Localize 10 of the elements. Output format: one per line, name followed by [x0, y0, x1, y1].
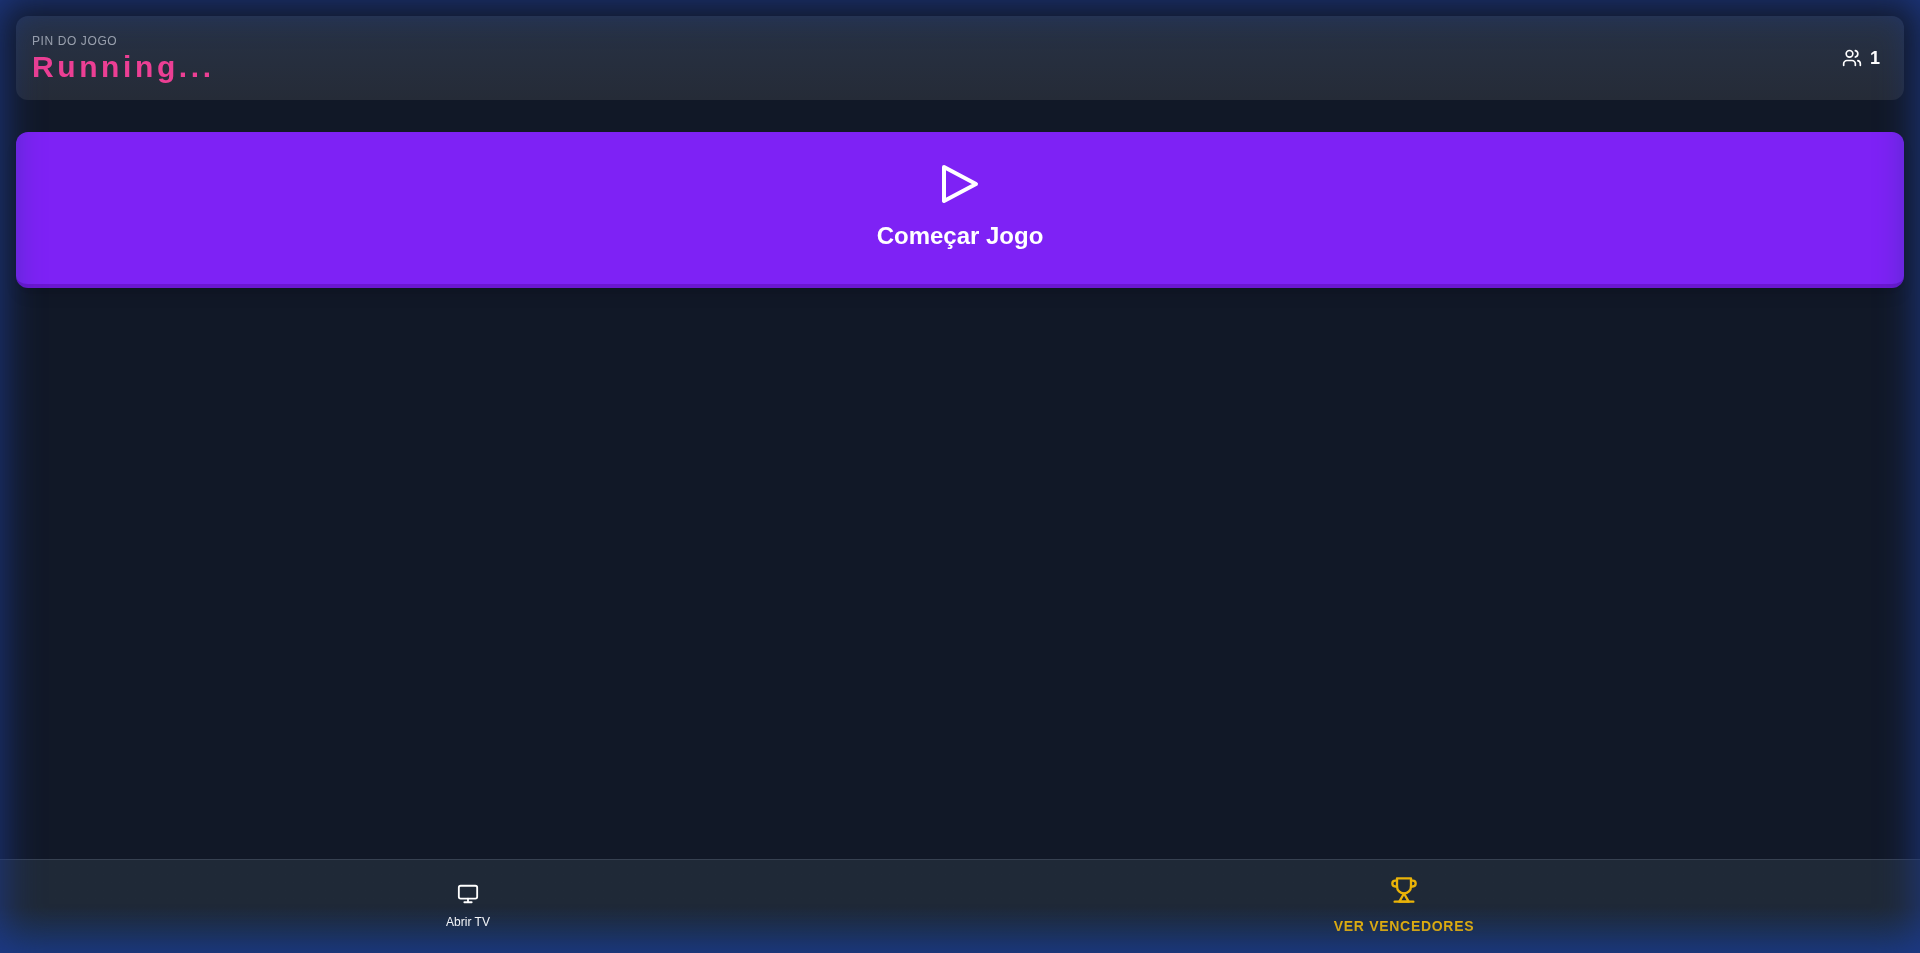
start-game-button[interactable]: Começar Jogo — [16, 132, 1904, 288]
monitor-icon — [457, 882, 479, 905]
player-count: 1 — [1870, 46, 1880, 70]
users-icon — [1842, 48, 1862, 68]
nav-item[interactable]: Abrir TV — [0, 860, 936, 953]
play-icon — [940, 162, 980, 206]
nav-item[interactable]: VER VENCEDORES — [936, 860, 1872, 953]
game-pin: Running... — [32, 50, 215, 84]
trophy-icon — [1390, 876, 1418, 904]
pin-label: PIN DO JOGO — [32, 33, 119, 50]
